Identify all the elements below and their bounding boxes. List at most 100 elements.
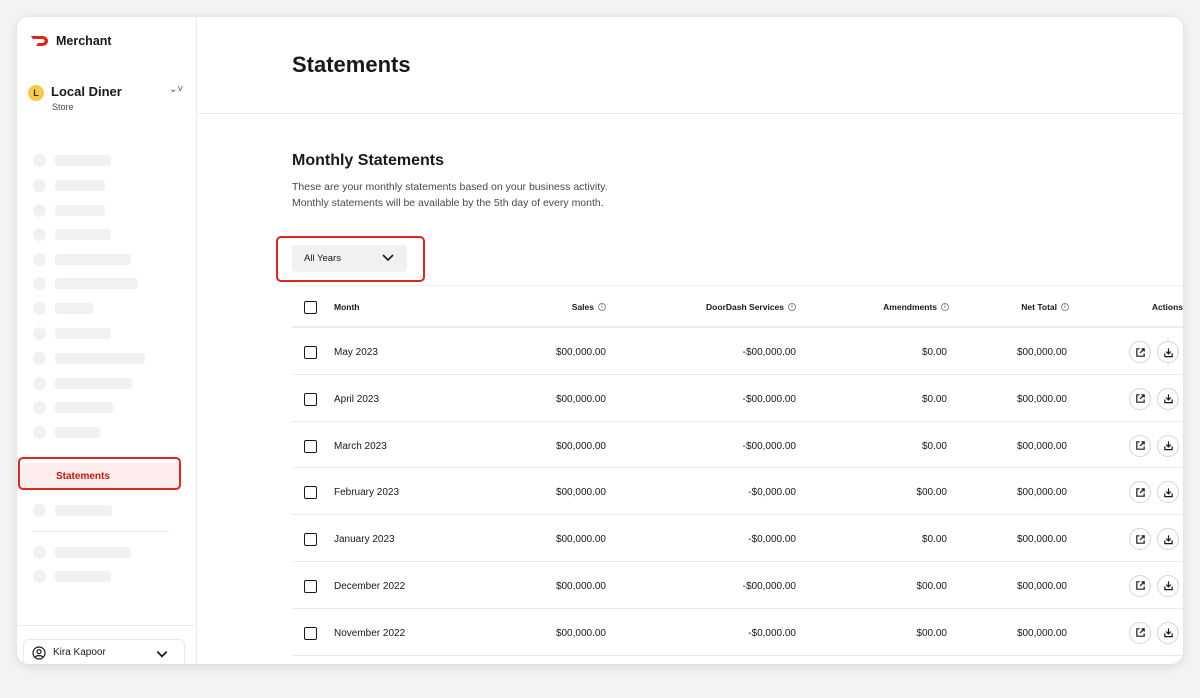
cell-amendments: $00.00 <box>916 627 947 639</box>
table-header: Month Sales i DoorDash Services i Amendmen… <box>292 285 1183 328</box>
skeleton-dot <box>33 426 46 439</box>
cell-net-total: $00,000.00 <box>1016 393 1067 405</box>
skeleton-dot <box>33 277 46 290</box>
skeleton-bar <box>55 254 131 265</box>
column-header-net-total[interactable]: Net Total i <box>1021 302 1069 312</box>
download-statement-button[interactable] <box>1157 574 1179 597</box>
row-checkbox[interactable] <box>304 439 317 453</box>
nav-skeleton <box>17 17 197 664</box>
cell-sales: $00,000.00 <box>555 347 606 358</box>
cell-month: December 2022 <box>334 580 406 592</box>
row-checkbox[interactable] <box>304 626 317 640</box>
open-external-icon <box>1135 581 1145 591</box>
cell-month: April 2023 <box>334 393 380 405</box>
cell-doordash-services: -$00,000.00 <box>742 393 796 405</box>
cell-amendments: $0.00 <box>921 347 947 358</box>
select-all-checkbox[interactable] <box>304 301 317 314</box>
highlight-box-year-filter <box>276 236 425 282</box>
row-actions <box>1129 481 1179 504</box>
download-statement-button[interactable] <box>1157 621 1179 644</box>
skeleton-dot <box>33 546 46 559</box>
cell-month: November 2022 <box>334 627 406 639</box>
cell-doordash-services: -$00,000.00 <box>742 347 796 358</box>
open-statement-button[interactable] <box>1129 341 1151 363</box>
download-icon <box>1163 628 1173 638</box>
header-divider <box>198 113 1183 114</box>
row-actions <box>1129 528 1179 551</box>
skeleton-dot <box>33 570 46 583</box>
cell-net-total: $00,000.00 <box>1016 580 1067 592</box>
cell-sales: $00,000.00 <box>555 393 606 405</box>
cell-amendments: $0.00 <box>921 393 947 405</box>
cell-net-total: $00,000.00 <box>1016 487 1067 499</box>
table-row: January 2023 $00,000.00 -$0,000.00 $0.00… <box>292 515 1183 562</box>
skeleton-bar <box>55 155 111 166</box>
app-window: Merchant L Local Diner Store ⌄˅ Statemen… <box>17 17 1183 664</box>
chevron-down-icon <box>156 651 168 658</box>
column-header-amendments[interactable]: Amendments i <box>883 302 949 312</box>
column-header-label: Amendments <box>883 302 937 312</box>
download-statement-button[interactable] <box>1157 387 1179 410</box>
open-statement-button[interactable] <box>1129 387 1151 410</box>
cell-doordash-services: -$00,000.00 <box>742 440 796 452</box>
highlight-box-statements <box>18 457 181 490</box>
skeleton-bar <box>55 547 131 558</box>
column-header-doordash-services[interactable]: DoorDash Services i <box>706 302 796 312</box>
user-menu[interactable]: Kira Kapoor <box>23 639 185 664</box>
row-checkbox[interactable] <box>304 392 317 406</box>
column-header-sales[interactable]: Sales i <box>572 302 606 312</box>
table-row: March 2023 $00,000.00 -$00,000.00 $0.00 … <box>292 422 1183 469</box>
skeleton-dot <box>33 179 46 192</box>
page-title: Statements <box>292 52 411 77</box>
cell-amendments: $0.00 <box>921 534 947 546</box>
cell-month: January 2023 <box>334 534 395 546</box>
row-checkbox[interactable] <box>304 579 317 593</box>
section-description: These are your monthly statements based … <box>292 179 692 211</box>
column-header-actions: Actions <box>1152 302 1183 312</box>
skeleton-dot <box>33 154 46 167</box>
cell-sales: $00,000.00 <box>555 580 606 592</box>
open-statement-button[interactable] <box>1129 574 1151 597</box>
cell-doordash-services: -$0,000.00 <box>748 627 796 639</box>
cell-net-total: $00,000.00 <box>1016 440 1067 452</box>
info-icon[interactable]: i <box>788 303 796 311</box>
download-statement-button[interactable] <box>1157 341 1179 363</box>
skeleton-bar <box>55 303 93 314</box>
skeleton-bar <box>55 229 111 240</box>
row-checkbox[interactable] <box>304 346 317 359</box>
cell-sales: $00,000.00 <box>555 487 606 499</box>
download-icon <box>1163 347 1173 357</box>
info-icon[interactable]: i <box>941 303 949 311</box>
cell-doordash-services: -$0,000.00 <box>748 487 796 499</box>
cell-month: March 2023 <box>334 440 387 452</box>
column-header-label: Actions <box>1151 302 1183 312</box>
download-icon <box>1163 535 1173 544</box>
open-statement-button[interactable] <box>1129 528 1151 551</box>
skeleton-dot <box>33 377 46 390</box>
table-row: April 2023 $00,000.00 -$00,000.00 $0.00 … <box>292 375 1183 422</box>
skeleton-dot <box>33 327 46 340</box>
user-footer: Kira Kapoor <box>17 625 197 664</box>
download-icon <box>1163 394 1173 404</box>
download-statement-button[interactable] <box>1157 481 1179 504</box>
cell-net-total: $00,000.00 <box>1016 627 1067 639</box>
cell-sales: $00,000.00 <box>555 534 606 546</box>
row-checkbox[interactable] <box>304 533 317 547</box>
row-checkbox[interactable] <box>304 486 317 500</box>
row-actions <box>1129 387 1179 410</box>
open-statement-button[interactable] <box>1129 621 1151 644</box>
download-statement-button[interactable] <box>1157 434 1179 457</box>
skeleton-bar <box>55 505 112 516</box>
skeleton-dot <box>33 302 46 315</box>
skeleton-bar <box>55 378 132 389</box>
skeleton-dot <box>33 228 46 241</box>
download-statement-button[interactable] <box>1157 528 1179 551</box>
open-statement-button[interactable] <box>1129 434 1151 457</box>
skeleton-dot <box>33 204 46 217</box>
info-icon[interactable]: i <box>1061 303 1069 311</box>
sidebar-divider <box>33 531 169 532</box>
open-statement-button[interactable] <box>1129 481 1151 504</box>
column-header-month[interactable]: Month <box>334 302 360 312</box>
column-header-label: Sales <box>571 302 594 312</box>
info-icon[interactable]: i <box>598 303 606 311</box>
